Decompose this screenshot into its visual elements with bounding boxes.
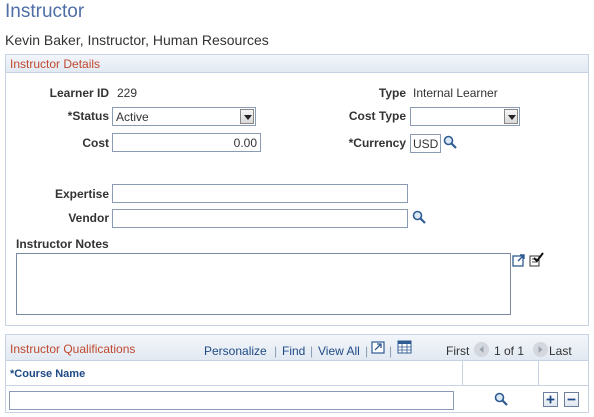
separator: |	[365, 344, 369, 358]
cost-field-value: 0.00	[233, 136, 257, 150]
chevron-down-icon[interactable]	[504, 109, 518, 124]
instructor-qualifications-grid: Instructor Qualifications Personalize | …	[5, 334, 589, 413]
separator: |	[389, 344, 393, 358]
column-divider	[462, 361, 463, 385]
search-icon[interactable]	[443, 135, 457, 149]
instructor-details-header: Instructor Details	[6, 55, 588, 73]
download-icon[interactable]	[397, 340, 412, 354]
page-title: Instructor	[5, 1, 85, 22]
instructor-notes-label: Instructor Notes	[16, 237, 109, 251]
cost-label: Cost	[82, 136, 109, 150]
grid-column-header-row: *Course Name	[6, 361, 588, 386]
learner-id-value: 229	[117, 86, 138, 100]
separator: |	[274, 344, 278, 358]
personalize-link[interactable]: Personalize	[204, 344, 267, 358]
grid-header: Instructor Qualifications Personalize | …	[6, 335, 588, 361]
table-row	[6, 386, 588, 412]
currency-field[interactable]: USD	[410, 134, 441, 153]
status-select[interactable]: Active	[112, 107, 256, 126]
learner-id-label: Learner ID	[49, 86, 109, 100]
status-select-value: Active	[116, 110, 149, 124]
currency-field-value: USD	[413, 137, 439, 151]
spellcheck-icon[interactable]	[528, 251, 544, 267]
expertise-label: Expertise	[54, 187, 109, 201]
page-subtitle: Kevin Baker, Instructor, Human Resources	[5, 32, 269, 48]
expertise-field[interactable]	[112, 184, 408, 203]
first-label: First	[446, 344, 470, 358]
type-value: Internal Learner	[413, 86, 498, 100]
page-range: 1 of 1	[494, 344, 525, 358]
column-divider	[538, 361, 539, 385]
course-name-input[interactable]	[9, 391, 454, 410]
search-icon[interactable]	[494, 392, 508, 406]
last-label: Last	[549, 344, 572, 358]
type-label: Type	[378, 86, 406, 100]
instructor-details-title: Instructor Details	[10, 57, 101, 71]
add-row-icon[interactable]	[543, 392, 558, 407]
delete-row-icon[interactable]	[564, 392, 579, 407]
instructor-details-section: Instructor Details Learner ID 229 Type I…	[5, 54, 589, 326]
search-icon[interactable]	[412, 210, 426, 224]
find-link[interactable]: Find	[282, 344, 305, 358]
expand-icon[interactable]	[512, 253, 526, 267]
instructor-notes-textarea[interactable]	[16, 253, 511, 315]
next-icon[interactable]	[533, 342, 548, 357]
status-label: *Status	[67, 109, 109, 123]
vendor-field[interactable]	[112, 209, 408, 228]
vendor-label: Vendor	[68, 211, 109, 225]
prev-icon[interactable]	[474, 342, 489, 357]
separator: |	[310, 344, 314, 358]
grid-zoom-icon[interactable]	[371, 341, 385, 354]
cost-type-label: Cost Type	[348, 109, 406, 123]
currency-label: *Currency	[348, 136, 406, 150]
cost-field[interactable]: 0.00	[112, 133, 261, 152]
chevron-down-icon[interactable]	[240, 109, 254, 124]
grid-title: Instructor Qualifications	[10, 342, 136, 356]
column-header-course-name[interactable]: *Course Name	[10, 368, 85, 380]
cost-type-select[interactable]	[410, 107, 520, 126]
view-all-link[interactable]: View All	[318, 344, 360, 358]
